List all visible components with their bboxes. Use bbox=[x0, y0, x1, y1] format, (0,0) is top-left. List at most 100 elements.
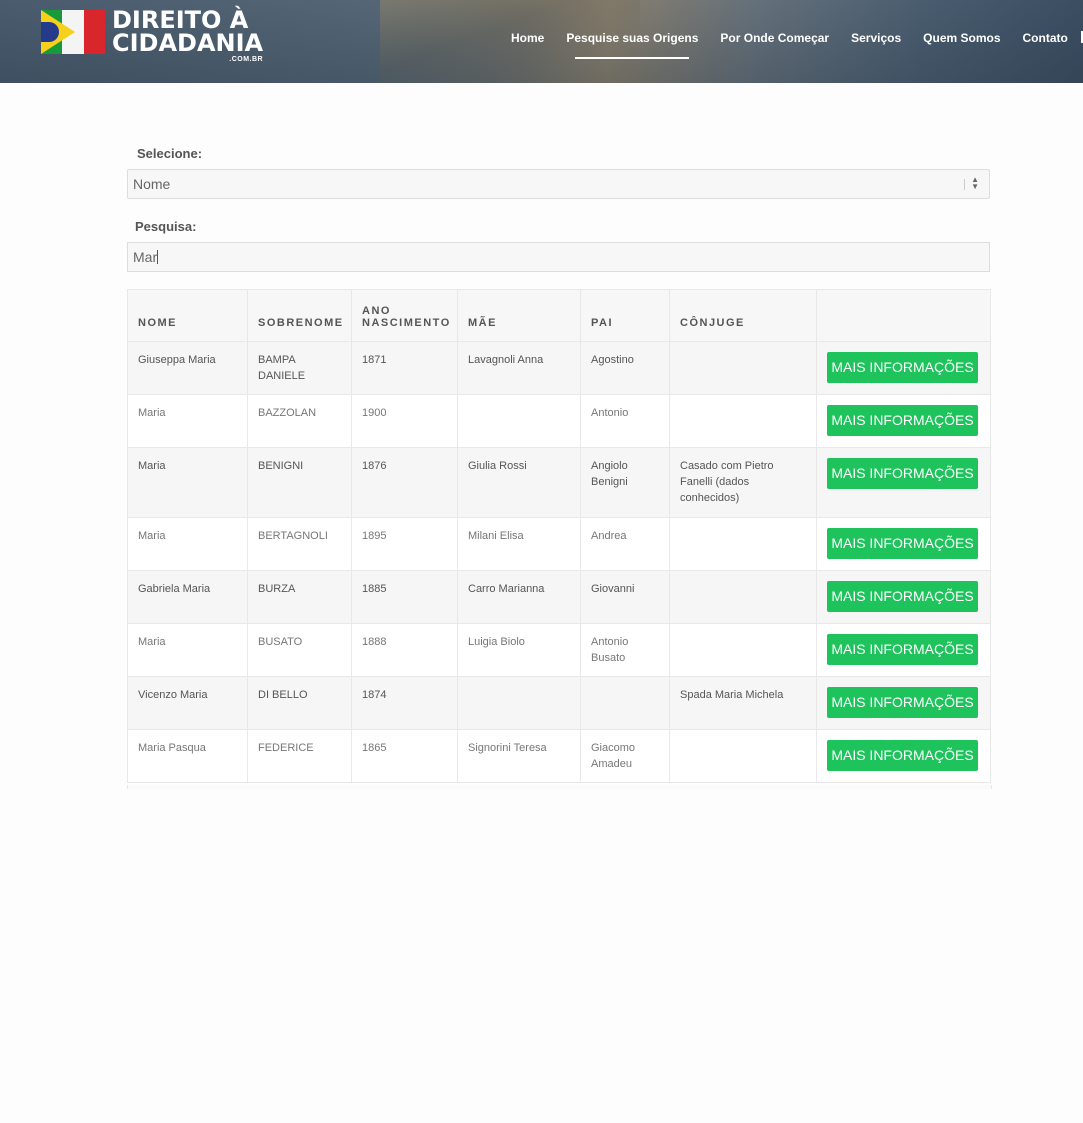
cell-ano: 1871 bbox=[351, 341, 458, 395]
cell-nome: Maria bbox=[127, 623, 248, 677]
cell-action: MAIS INFORMAÇÕES bbox=[816, 729, 991, 783]
more-info-button[interactable]: MAIS INFORMAÇÕES bbox=[827, 740, 978, 771]
table-continuation bbox=[127, 785, 992, 789]
cell-mae: Milani Elisa bbox=[457, 517, 581, 571]
cell-ano: 1865 bbox=[351, 729, 458, 783]
nav-servicos[interactable]: Serviços bbox=[851, 30, 901, 48]
nav-contato[interactable]: Contato bbox=[1023, 30, 1068, 48]
cell-sobrenome: BUSATO bbox=[247, 623, 352, 677]
cell-nome: Vicenzo Maria bbox=[127, 676, 248, 730]
cell-mae: Signorini Teresa bbox=[457, 729, 581, 783]
table-header-row: NOME SOBRENOME ANO NASCIMENTO MÃE PAI CÔ… bbox=[127, 289, 991, 342]
cell-pai bbox=[580, 676, 670, 730]
logo-text: DIREITO À CIDADANIA .COM.BR bbox=[112, 8, 264, 63]
table-row: Vicenzo Maria DI BELLO 1874 Spada Maria … bbox=[127, 676, 991, 730]
cell-sobrenome: BERTAGNOLI bbox=[247, 517, 352, 571]
field-select[interactable]: Nome ▲ ▼ bbox=[127, 169, 990, 199]
more-info-button[interactable]: MAIS INFORMAÇÕES bbox=[827, 405, 978, 436]
cell-ano: 1895 bbox=[351, 517, 458, 571]
table-row: Gabriela Maria BURZA 1885 Carro Marianna… bbox=[127, 570, 991, 624]
table-row: Maria BAZZOLAN 1900 Antonio MAIS INFORMA… bbox=[127, 394, 991, 448]
cell-conjuge bbox=[669, 341, 817, 395]
col-header-pai[interactable]: PAI bbox=[580, 289, 670, 342]
cell-nome: Maria bbox=[127, 517, 248, 571]
col-header-nome[interactable]: NOME bbox=[127, 289, 248, 342]
col-header-ano-nascimento[interactable]: ANO NASCIMENTO bbox=[351, 289, 458, 342]
cell-mae: Giulia Rossi bbox=[457, 447, 581, 518]
nav-quem-somos[interactable]: Quem Somos bbox=[923, 30, 1000, 48]
logo-domain-suffix: .COM.BR bbox=[229, 56, 264, 63]
cell-ano: 1876 bbox=[351, 447, 458, 518]
table-row: Maria BUSATO 1888 Luigia Biolo Antonio B… bbox=[127, 623, 991, 677]
table-row: Maria Pasqua FEDERICE 1865 Signorini Ter… bbox=[127, 729, 991, 783]
more-info-button[interactable]: MAIS INFORMAÇÕES bbox=[827, 634, 978, 665]
main-nav: Home Pesquise suas Origens Por Onde Come… bbox=[500, 30, 1079, 59]
cell-ano: 1885 bbox=[351, 570, 458, 624]
results-table: NOME SOBRENOME ANO NASCIMENTO MÃE PAI CÔ… bbox=[127, 289, 991, 783]
cell-mae: Luigia Biolo bbox=[457, 623, 581, 677]
cell-sobrenome: BAMPA DANIELE bbox=[247, 341, 352, 395]
cell-pai: Antonio bbox=[580, 394, 670, 448]
cell-nome: Giuseppa Maria bbox=[127, 341, 248, 395]
cell-ano: 1874 bbox=[351, 676, 458, 730]
search-value: Mar bbox=[133, 249, 159, 265]
nav-por-onde-comecar[interactable]: Por Onde Começar bbox=[720, 30, 829, 48]
cell-sobrenome: DI BELLO bbox=[247, 676, 352, 730]
cell-pai: Andrea bbox=[580, 517, 670, 571]
cell-pai: Giovanni bbox=[580, 570, 670, 624]
nav-home[interactable]: Home bbox=[511, 30, 544, 48]
cell-nome: Maria bbox=[127, 447, 248, 518]
table-row: Maria BENIGNI 1876 Giulia Rossi Angiolo … bbox=[127, 447, 991, 518]
cell-conjuge bbox=[669, 623, 817, 677]
cell-sobrenome: BENIGNI bbox=[247, 447, 352, 518]
cell-ano: 1900 bbox=[351, 394, 458, 448]
more-info-button[interactable]: MAIS INFORMAÇÕES bbox=[827, 458, 978, 489]
cell-conjuge: Casado com Pietro Fanelli (dados conheci… bbox=[669, 447, 817, 518]
select-value: Nome bbox=[133, 176, 171, 192]
cell-action: MAIS INFORMAÇÕES bbox=[816, 341, 991, 395]
cell-pai: Angiolo Benigni bbox=[580, 447, 670, 518]
cell-mae: Lavagnoli Anna bbox=[457, 341, 581, 395]
search-text: Mar bbox=[133, 249, 158, 265]
col-header-sobrenome[interactable]: SOBRENOME bbox=[247, 289, 352, 342]
select-separator bbox=[964, 179, 965, 190]
cell-sobrenome: FEDERICE bbox=[247, 729, 352, 783]
cell-action: MAIS INFORMAÇÕES bbox=[816, 517, 991, 571]
col-header-actions bbox=[816, 289, 991, 342]
flag-logo-icon bbox=[41, 10, 105, 54]
cell-nome: Maria bbox=[127, 394, 248, 448]
cell-pai: Antonio Busato bbox=[580, 623, 670, 677]
col-header-mae[interactable]: MÃE bbox=[457, 289, 581, 342]
logo-line-2: CIDADANIA bbox=[112, 29, 264, 57]
select-arrows-icon: ▲ ▼ bbox=[971, 175, 979, 191]
cell-pai: Agostino bbox=[580, 341, 670, 395]
cell-sobrenome: BURZA bbox=[247, 570, 352, 624]
nav-pesquise-suas-origens[interactable]: Pesquise suas Origens bbox=[566, 30, 698, 59]
cell-conjuge bbox=[669, 570, 817, 624]
search-label: Pesquisa: bbox=[135, 219, 197, 234]
search-input[interactable]: Mar bbox=[127, 242, 990, 272]
more-info-button[interactable]: MAIS INFORMAÇÕES bbox=[827, 352, 978, 383]
cell-action: MAIS INFORMAÇÕES bbox=[816, 570, 991, 624]
cell-conjuge bbox=[669, 394, 817, 448]
cell-pai: Giacomo Amadeu bbox=[580, 729, 670, 783]
table-row: Maria BERTAGNOLI 1895 Milani Elisa Andre… bbox=[127, 517, 991, 571]
cell-action: MAIS INFORMAÇÕES bbox=[816, 676, 991, 730]
more-info-button[interactable]: MAIS INFORMAÇÕES bbox=[827, 581, 978, 612]
cell-conjuge bbox=[669, 517, 817, 571]
site-logo[interactable]: DIREITO À CIDADANIA .COM.BR bbox=[41, 8, 264, 63]
select-label: Selecione: bbox=[137, 146, 203, 161]
col-header-conjuge[interactable]: CÔNJUGE bbox=[669, 289, 817, 342]
cell-action: MAIS INFORMAÇÕES bbox=[816, 623, 991, 677]
table-row: Giuseppa Maria BAMPA DANIELE 1871 Lavagn… bbox=[127, 341, 991, 395]
cell-nome: Maria Pasqua bbox=[127, 729, 248, 783]
cell-mae bbox=[457, 676, 581, 730]
cell-mae bbox=[457, 394, 581, 448]
cell-ano: 1888 bbox=[351, 623, 458, 677]
cell-mae: Carro Marianna bbox=[457, 570, 581, 624]
site-header: DIREITO À CIDADANIA .COM.BR Home Pesquis… bbox=[0, 0, 1083, 83]
cell-conjuge: Spada Maria Michela bbox=[669, 676, 817, 730]
more-info-button[interactable]: MAIS INFORMAÇÕES bbox=[827, 687, 978, 718]
more-info-button[interactable]: MAIS INFORMAÇÕES bbox=[827, 528, 978, 559]
cell-action: MAIS INFORMAÇÕES bbox=[816, 394, 991, 448]
